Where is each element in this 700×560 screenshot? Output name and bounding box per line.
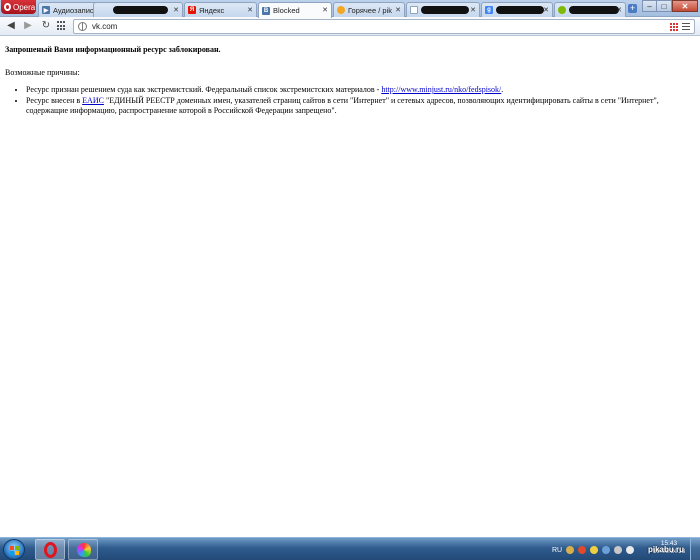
list-item: Ресурс признан решением суда как экстрем… (26, 85, 695, 95)
reason-prefix: Ресурс внесен в (26, 96, 83, 105)
globe-icon (78, 22, 87, 31)
forward-arrow-icon[interactable]: ▶ (22, 20, 34, 32)
google-favicon-icon: g (485, 6, 493, 14)
reason-text: Ресурс признан решением суда как экстрем… (26, 85, 382, 94)
paint-icon (77, 543, 91, 557)
close-tab-icon[interactable]: ✕ (247, 6, 253, 14)
new-tab-button[interactable]: + (628, 4, 637, 13)
close-window-button[interactable]: ✕ (672, 0, 698, 12)
list-item: Ресурс внесен в ЕАИС "ЕДИНЫЙ РЕЕСТР доме… (26, 96, 695, 116)
tab-blocked[interactable]: B Blocked ✕ (258, 2, 332, 18)
windows-logo-icon (10, 546, 19, 555)
system-tray: RU (552, 543, 635, 557)
address-bar[interactable]: vk.com (73, 19, 695, 34)
redacted-tab-title (421, 6, 469, 14)
tray-app-icon[interactable] (590, 546, 599, 554)
tab-redacted-1[interactable]: ✕ (93, 2, 183, 17)
address-url[interactable]: vk.com (92, 22, 117, 31)
tab-redacted-2[interactable]: ✕ (406, 2, 480, 17)
tab-redacted-4[interactable]: ✕ (554, 2, 626, 17)
vk-favicon-icon: ▶ (42, 6, 50, 14)
taskbar-opera-button[interactable] (35, 539, 65, 560)
reason-tail: . (501, 85, 504, 94)
opera-menu-button[interactable]: Opera (1, 0, 36, 14)
extensions-grid-icon[interactable] (670, 23, 678, 31)
reasons-title: Возможные причины: (5, 68, 80, 77)
tab-label: Горячее / pik (348, 5, 392, 15)
network-icon[interactable] (614, 546, 623, 554)
maximize-button[interactable]: □ (657, 0, 672, 12)
redacted-tab-title (496, 6, 544, 14)
tab-strip: Opera ▶ Аудиозаписи ✕ Я Яндекс ✕ B Block… (0, 0, 700, 18)
close-tab-icon[interactable]: ✕ (470, 6, 476, 14)
fedspisok-link[interactable]: http://www.minjust.ru/nko/fedspisok/ (381, 85, 501, 94)
opera-logo-icon (4, 3, 11, 11)
page-heading: Запрошеный Вами информационный ресурс за… (5, 45, 221, 54)
redacted-tab-title (113, 6, 168, 14)
language-indicator[interactable]: RU (552, 547, 562, 554)
close-tab-icon[interactable]: ✕ (322, 6, 328, 14)
volume-icon[interactable] (626, 546, 635, 554)
minimize-button[interactable]: – (642, 0, 657, 12)
tray-app-icon[interactable] (602, 546, 611, 554)
tray-app-icon[interactable] (566, 546, 575, 554)
taskbar-paint-button[interactable] (68, 539, 98, 560)
speed-dial-icon[interactable] (57, 21, 67, 31)
close-tab-icon[interactable]: ✕ (173, 6, 179, 14)
vk-favicon-icon: B (262, 6, 270, 15)
tab-label: Blocked (273, 6, 300, 15)
tab-yandex[interactable]: Я Яндекс ✕ (184, 2, 257, 17)
close-tab-icon[interactable]: ✕ (395, 6, 401, 14)
taskbar: RU 15:43 19.08.2013 (0, 537, 700, 560)
tab-redacted-3[interactable]: g ✕ (481, 2, 553, 17)
watermark: pikabu.ru (648, 545, 685, 554)
opera-icon (44, 542, 57, 558)
opera-menu-label: Opera (13, 2, 36, 12)
reason-text: "ЕДИНЫЙ РЕЕСТР доменных имен, указателей… (26, 96, 659, 115)
tab-pikabu[interactable]: Горячее / pik ✕ (333, 2, 405, 17)
pikabu-favicon-icon (337, 6, 345, 14)
close-tab-icon[interactable]: ✕ (543, 6, 549, 14)
page-content: Запрошеный Вами информационный ресурс за… (0, 37, 700, 537)
yandex-favicon-icon: Я (188, 6, 196, 14)
show-desktop-button[interactable] (690, 537, 700, 560)
back-arrow-icon[interactable]: ◀ (5, 20, 17, 32)
tab-label: Яндекс (199, 5, 225, 15)
navigation-bar: ◀ ▶ ↻ vk.com (0, 17, 700, 36)
tray-app-icon[interactable] (578, 546, 587, 554)
start-button[interactable] (3, 539, 25, 560)
reload-icon[interactable]: ↻ (40, 20, 52, 32)
browser-menu-icon[interactable] (682, 22, 690, 31)
close-tab-icon[interactable]: ✕ (616, 6, 622, 14)
page-favicon-icon (558, 6, 566, 14)
eais-link[interactable]: ЕАИС (82, 96, 104, 105)
page-favicon-icon (410, 6, 418, 14)
redacted-tab-title (569, 6, 619, 14)
reasons-list: Ресурс признан решением суда как экстрем… (5, 85, 695, 116)
